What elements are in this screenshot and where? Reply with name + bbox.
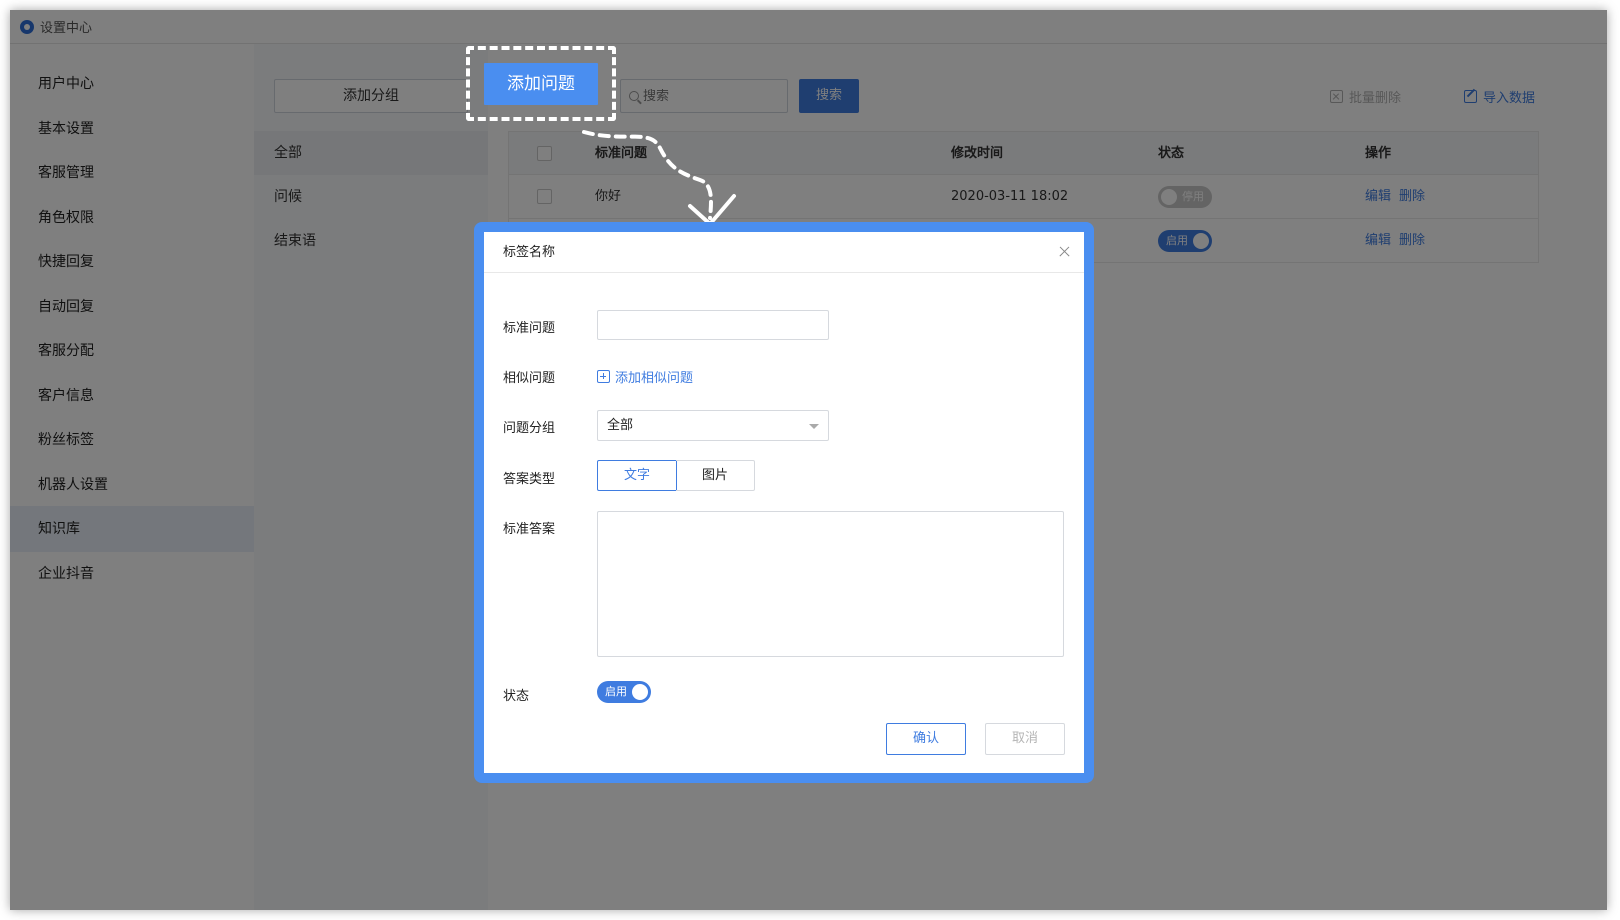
similar-question-label: 相似问题 — [503, 371, 556, 386]
question-group-select[interactable]: 全部 — [597, 410, 829, 441]
status-toggle-label: 启用 — [605, 685, 627, 698]
dialog-header: 标签名称 — [484, 232, 1084, 273]
std-answer-textarea[interactable] — [598, 512, 1063, 656]
add-question-dialog: 标签名称 标准问题 相似问题 添加相似问题 问题分组 全部 答案类型 文字 图片… — [484, 232, 1084, 773]
question-group-value: 全部 — [607, 418, 634, 433]
answer-type-image-tab[interactable]: 图片 — [676, 460, 755, 491]
question-group-label: 问题分组 — [503, 421, 556, 436]
pointer-arrow-icon — [582, 130, 736, 226]
dialog-title: 标签名称 — [503, 245, 556, 260]
chevron-down-icon — [809, 424, 819, 429]
toggle-knob — [632, 684, 648, 700]
add-similar-question-button[interactable]: 添加相似问题 — [597, 367, 693, 386]
close-icon[interactable] — [1058, 246, 1070, 258]
answer-type-label: 答案类型 — [503, 472, 556, 487]
confirm-button[interactable]: 确认 — [886, 723, 966, 755]
cancel-button[interactable]: 取消 — [985, 723, 1065, 755]
status-toggle[interactable]: 启用 — [597, 681, 651, 703]
answer-type-text-tab[interactable]: 文字 — [597, 460, 677, 491]
add-similar-label: 添加相似问题 — [615, 371, 694, 386]
std-answer-label: 标准答案 — [503, 522, 556, 537]
std-question-field[interactable] — [597, 310, 829, 340]
highlight-dashed-frame — [466, 46, 616, 121]
plus-icon — [597, 370, 610, 383]
status-label: 状态 — [503, 689, 530, 704]
std-question-input[interactable] — [598, 311, 828, 339]
std-question-label: 标准问题 — [503, 321, 556, 336]
std-answer-field[interactable] — [597, 511, 1064, 657]
